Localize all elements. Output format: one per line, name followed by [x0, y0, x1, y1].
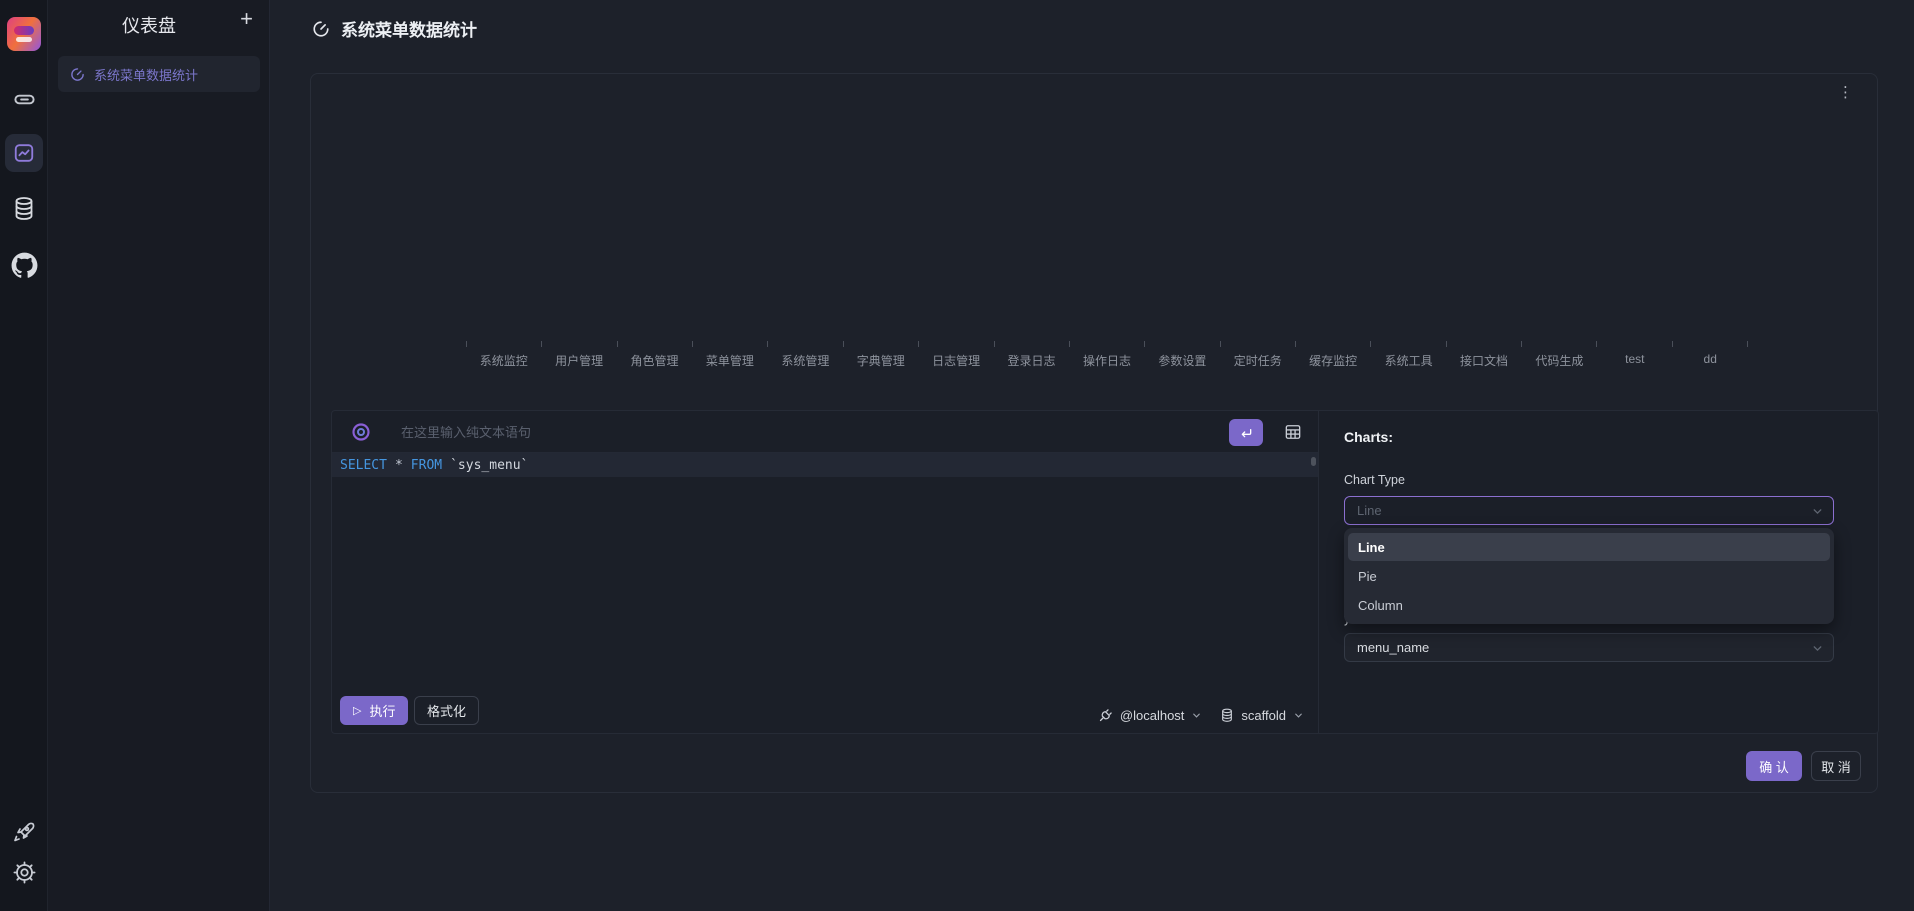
axis-category-label: 系统监控 — [466, 347, 541, 369]
axis-category-label: 定时任务 — [1220, 347, 1295, 369]
chart-type-dropdown: LinePieColumn — [1344, 528, 1834, 624]
chart-x-axis: 系统监控用户管理角色管理菜单管理系统管理字典管理日志管理登录日志操作日志参数设置… — [466, 341, 1748, 369]
page-title: 系统菜单数据统计 — [341, 16, 477, 41]
table-grid-icon — [1283, 422, 1303, 442]
sql-keyword-select: SELECT — [340, 458, 387, 473]
add-dashboard-button[interactable]: + — [240, 6, 253, 32]
sql-editor[interactable]: 在这里输入纯文本语句 — [332, 411, 1319, 733]
target-circle-icon — [351, 422, 371, 442]
run-button-label: 执行 — [369, 701, 395, 720]
chart-type-option-pie[interactable]: Pie — [1348, 562, 1830, 590]
dashboard-card-panel: ⋮ 系统监控用户管理角色管理菜单管理系统管理字典管理日志管理登录日志操作日志参数… — [310, 73, 1878, 793]
axis-category-label: test — [1597, 347, 1672, 369]
sidebar-item-dashboard-active[interactable]: 系统菜单数据统计 — [58, 56, 260, 92]
dashboard-sidebar: 仪表盘 + 系统菜单数据统计 — [48, 0, 270, 911]
plug-icon — [1098, 708, 1113, 723]
axis-category-label: 用户管理 — [541, 347, 616, 369]
card-menu-button[interactable]: ⋮ — [1838, 84, 1853, 102]
database-selector[interactable]: scaffold — [1220, 708, 1304, 723]
chart-type-label: Chart Type — [1344, 473, 1405, 487]
upgrade-button[interactable] — [0, 820, 48, 844]
app-logo[interactable] — [7, 17, 41, 51]
link-icon — [13, 88, 36, 111]
connections-nav-button[interactable] — [0, 88, 48, 111]
format-button-label: 格式化 — [427, 701, 466, 720]
axis-category-label: 系统管理 — [768, 347, 843, 369]
chevron-down-icon — [1811, 505, 1824, 518]
axis-category-label: 接口文档 — [1446, 347, 1521, 369]
sql-console: 在这里输入纯文本语句 — [331, 410, 1879, 734]
sidebar-title: 仪表盘 — [122, 12, 176, 38]
dashboard-chart-icon — [13, 142, 35, 164]
gauge-icon — [312, 20, 330, 38]
rocket-icon — [12, 820, 36, 844]
result-table-button[interactable] — [1283, 422, 1303, 442]
gear-icon — [12, 860, 37, 885]
format-sql-button[interactable]: 格式化 — [414, 696, 479, 725]
nl-input-placeholder: 在这里输入纯文本语句 — [401, 422, 531, 441]
play-icon: ▷ — [353, 704, 361, 717]
database-icon — [1220, 708, 1234, 723]
charts-panel-title: Charts: — [1344, 429, 1393, 445]
chart-type-select-value: Line — [1357, 503, 1382, 518]
chart-type-option-column[interactable]: Column — [1348, 591, 1830, 619]
database-icon — [12, 196, 36, 222]
axis-category-label: 字典管理 — [843, 347, 918, 369]
connection-selector[interactable]: @localhost — [1098, 708, 1203, 723]
charts-config-panel: Charts: Chart Type Line LinePieColumn yA… — [1319, 411, 1878, 733]
page-header: 系统菜单数据统计 — [312, 0, 477, 57]
sql-table-name: `sys_menu` — [450, 458, 528, 473]
enter-arrow-icon — [1238, 425, 1254, 441]
github-icon — [11, 252, 38, 279]
settings-button[interactable] — [0, 860, 48, 885]
axis-category-label: 角色管理 — [617, 347, 692, 369]
chart-type-option-line[interactable]: Line — [1348, 533, 1830, 561]
chevron-down-icon — [1293, 710, 1304, 721]
axis-category-label: dd — [1673, 347, 1748, 369]
dashboard-nav-button-active[interactable] — [5, 134, 43, 172]
axis-category-label: 操作日志 — [1069, 347, 1144, 369]
icon-sidebar — [0, 0, 48, 911]
axis-category-label: 菜单管理 — [692, 347, 767, 369]
nl-input-row[interactable]: 在这里输入纯文本语句 — [332, 411, 1318, 453]
sql-keyword-from: FROM — [411, 458, 442, 473]
submit-enter-button[interactable] — [1229, 419, 1263, 446]
yaxis-select-value: menu_name — [1357, 640, 1429, 655]
confirm-button[interactable]: 确 认 — [1746, 751, 1802, 781]
connection-label: @localhost — [1120, 708, 1185, 723]
database-label: scaffold — [1241, 708, 1286, 723]
database-nav-button[interactable] — [0, 196, 48, 222]
connection-cluster: @localhost scaffold — [1098, 708, 1304, 723]
cancel-button[interactable]: 取 消 — [1811, 751, 1861, 781]
axis-category-label: 缓存监控 — [1295, 347, 1370, 369]
sql-code-line[interactable]: SELECT * FROM `sys_menu` — [332, 453, 1318, 477]
axis-category-label: 登录日志 — [994, 347, 1069, 369]
axis-category-label: 代码生成 — [1522, 347, 1597, 369]
gauge-icon — [70, 67, 85, 82]
x-axis-labels: 系统监控用户管理角色管理菜单管理系统管理字典管理日志管理登录日志操作日志参数设置… — [466, 347, 1748, 369]
chevron-down-icon — [1811, 642, 1824, 655]
editor-scrollbar[interactable] — [1311, 457, 1316, 466]
axis-category-label: 日志管理 — [918, 347, 993, 369]
yaxis-select[interactable]: menu_name — [1344, 633, 1834, 662]
axis-category-label: 参数设置 — [1145, 347, 1220, 369]
run-sql-button[interactable]: ▷ 执行 — [340, 696, 408, 725]
github-button[interactable] — [0, 252, 48, 279]
axis-category-label: 系统工具 — [1371, 347, 1446, 369]
chevron-down-icon — [1191, 710, 1202, 721]
chart-type-select[interactable]: Line — [1344, 496, 1834, 525]
sql-star: * — [395, 458, 403, 473]
sidebar-item-label: 系统菜单数据统计 — [94, 65, 198, 84]
